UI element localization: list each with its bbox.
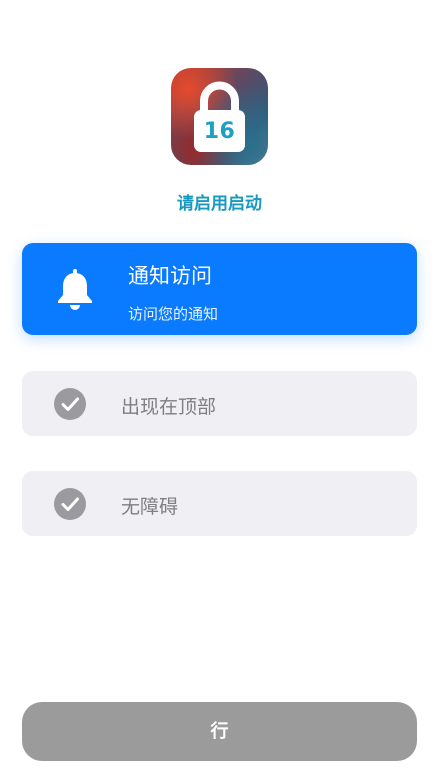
permission-notification-access[interactable]: 通知访问 访问您的通知	[22, 243, 417, 335]
enable-prompt: 请启用启动	[177, 194, 262, 214]
permission-accessibility[interactable]: 无障碍	[22, 471, 417, 536]
bell-icon	[58, 269, 92, 310]
go-button[interactable]: 行	[22, 702, 417, 761]
permission-screen: 16 请启用启动 通知访问 访问您的通知 出现在顶部 无障碍 行	[0, 0, 439, 780]
icon-number: 16	[203, 119, 236, 144]
permission-label: 出现在顶部	[121, 396, 217, 418]
app-icon: 16	[171, 68, 268, 165]
checkmark-circle-icon	[54, 488, 86, 520]
permission-label: 无障碍	[121, 496, 179, 518]
lock-icon	[194, 81, 245, 152]
checkmark-circle-icon	[54, 388, 86, 420]
permission-subtitle: 访问您的通知	[128, 305, 219, 323]
permission-title: 通知访问	[128, 264, 212, 288]
permission-appear-on-top[interactable]: 出现在顶部	[22, 371, 417, 436]
